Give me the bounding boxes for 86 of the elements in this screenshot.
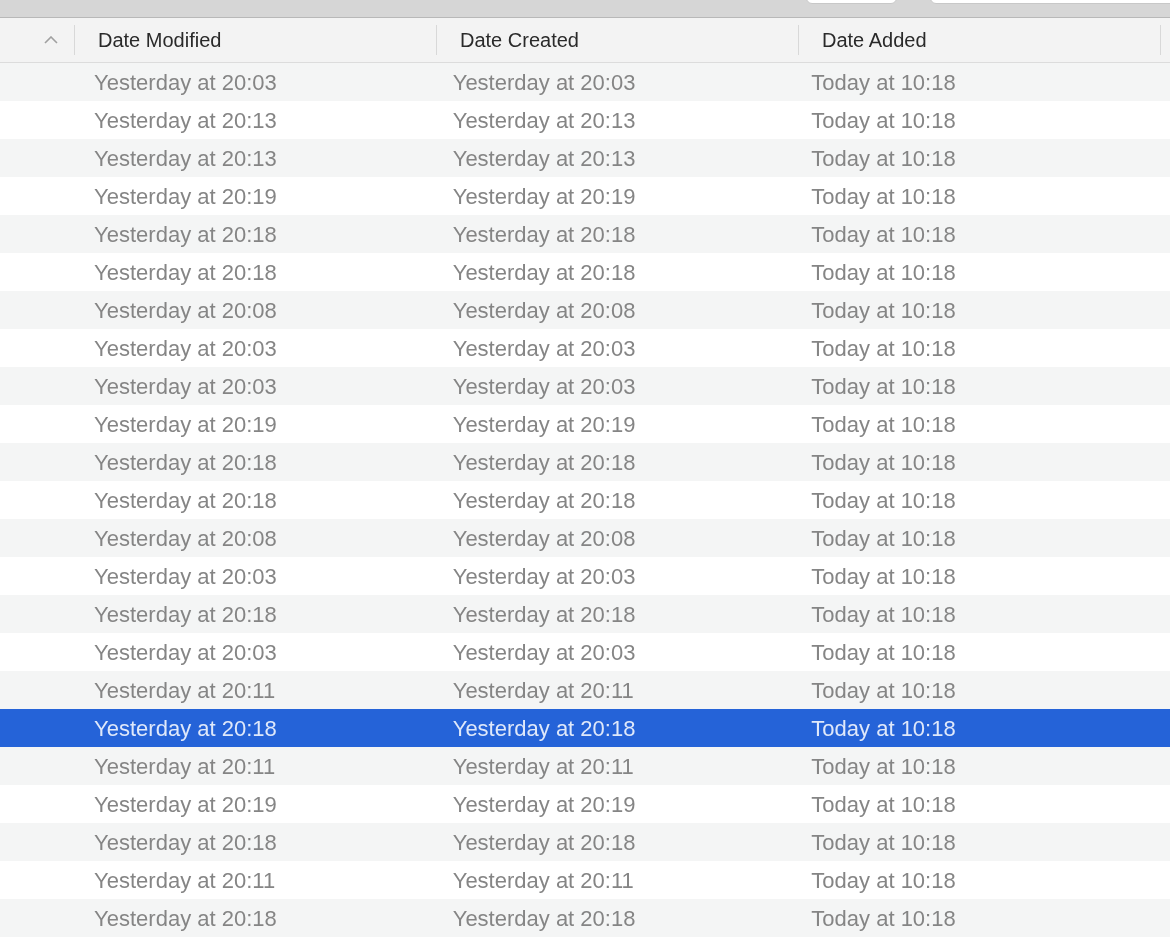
column-header[interactable]: Date Added [822,25,927,55]
table-cell: Yesterday at 20:08 [94,525,277,551]
table-cell: Today at 10:18 [811,639,956,665]
table-cell: Today at 10:18 [811,677,956,703]
sort-chevron-icon[interactable] [44,36,58,44]
table-cell: Today at 10:18 [811,791,956,817]
table-cell: Yesterday at 20:13 [452,145,636,171]
table-row[interactable]: Yesterday at 20:13 Yesterday at 20:13 Today at 10:18 [0,139,1170,177]
table-cell: Today at 10:18 [811,525,956,551]
table-row[interactable]: Yesterday at 20:03 Yesterday at 20:03 Today at 10:18 [0,367,1170,405]
table-cell: Yesterday at 20:03 [94,335,277,361]
table-cell: Yesterday at 20:13 [94,145,277,171]
table-cell: Today at 10:18 [811,563,956,589]
table-cell: Today at 10:18 [811,107,956,133]
table-cell: Yesterday at 20:08 [452,525,636,551]
table-cell: Yesterday at 20:18 [94,715,277,741]
table-cell: Yesterday at 20:18 [452,449,636,475]
table-cell: Yesterday at 20:03 [452,563,636,589]
table-cell: Today at 10:18 [811,753,956,779]
table-cell: Yesterday at 20:19 [94,183,277,209]
table-cell: Yesterday at 20:03 [452,639,636,665]
table-cell: Today at 10:18 [811,487,956,513]
column-header[interactable]: Date Modified [98,25,222,55]
table-cell: Today at 10:18 [811,867,956,893]
table-row[interactable]: Yesterday at 20:03 Yesterday at 20:03 Today at 10:18 [0,63,1170,101]
table-cell: Yesterday at 20:18 [452,221,636,247]
table-cell: Yesterday at 20:03 [452,69,636,95]
table-cell: Yesterday at 20:11 [452,753,634,779]
table-cell: Yesterday at 20:18 [94,221,277,247]
table-cell: Yesterday at 20:13 [452,107,636,133]
table-cell: Yesterday at 20:11 [452,677,634,703]
table-cell: Yesterday at 20:08 [94,297,277,323]
table-cell: Yesterday at 20:18 [452,715,636,741]
table-cell: Today at 10:18 [811,335,956,361]
table-cell: Yesterday at 20:19 [94,791,277,817]
table-cell: Yesterday at 20:11 [94,753,276,779]
table-cell: Yesterday at 20:18 [94,259,277,285]
table-cell: Today at 10:18 [811,221,956,247]
table-cell: Yesterday at 20:18 [94,829,277,855]
table-row[interactable]: Yesterday at 20:18 Yesterday at 20:18 Today at 10:18 [0,215,1170,253]
table-cell: Yesterday at 20:03 [94,69,277,95]
table-row[interactable]: Yesterday at 20:18 Yesterday at 20:18 Today at 10:18 [0,899,1170,937]
table-row[interactable]: Yesterday at 20:08 Yesterday at 20:08 Today at 10:18 [0,519,1170,557]
table-cell: Today at 10:18 [811,297,956,323]
table-cell: Today at 10:18 [811,373,956,399]
table-cell: Today at 10:18 [811,601,956,627]
table-row[interactable]: Yesterday at 20:11 Yesterday at 20:11 Today at 10:18 [0,747,1170,785]
table-cell: Yesterday at 20:13 [94,107,277,133]
table-cell: Yesterday at 20:18 [452,487,636,513]
table-cell: Yesterday at 20:03 [94,373,277,399]
table-cell: Yesterday at 20:19 [452,183,636,209]
table-row[interactable]: Yesterday at 20:18 Yesterday at 20:18 Today at 10:18 [0,709,1170,747]
table-cell: Yesterday at 20:19 [452,791,636,817]
table-cell: Yesterday at 20:11 [94,867,276,893]
table-cell: Yesterday at 20:03 [94,563,277,589]
table-cell: Yesterday at 20:18 [94,601,277,627]
table-cell: Yesterday at 20:18 [94,449,277,475]
table-row[interactable]: Yesterday at 20:11 Yesterday at 20:11 Today at 10:18 [0,671,1170,709]
table-row[interactable]: Yesterday at 20:08 Yesterday at 20:08 Today at 10:18 [0,291,1170,329]
table-cell: Yesterday at 20:19 [452,411,636,437]
table-cell: Yesterday at 20:18 [452,601,636,627]
table-cell: Today at 10:18 [811,715,956,741]
table-cell: Today at 10:18 [811,829,956,855]
table-cell: Yesterday at 20:18 [94,487,277,513]
table-cell: Yesterday at 20:03 [452,335,636,361]
table-cell: Today at 10:18 [811,449,956,475]
table-row[interactable]: Yesterday at 20:18 Yesterday at 20:18 Today at 10:18 [0,443,1170,481]
table-cell: Yesterday at 20:03 [452,373,636,399]
table-cell: Today at 10:18 [811,905,956,931]
table-cell: Today at 10:18 [811,411,956,437]
table-cell: Today at 10:18 [811,259,956,285]
column-header[interactable]: Date Created [460,25,579,55]
table-row[interactable]: Yesterday at 20:18 Yesterday at 20:18 Today at 10:18 [0,595,1170,633]
table-cell: Yesterday at 20:18 [94,905,277,931]
table-cell: Yesterday at 20:19 [94,411,277,437]
table-cell: Yesterday at 20:08 [452,297,636,323]
table-cell: Yesterday at 20:11 [452,867,634,893]
table-cell: Yesterday at 20:03 [94,639,277,665]
table-cell: Yesterday at 20:11 [94,677,276,703]
table-cell: Today at 10:18 [811,145,956,171]
table-row[interactable]: Yesterday at 20:18 Yesterday at 20:18 Today at 10:18 [0,823,1170,861]
table-cell: Today at 10:18 [811,183,956,209]
table-cell: Yesterday at 20:18 [452,829,636,855]
table-cell: Today at 10:18 [811,69,956,95]
table-cell: Yesterday at 20:18 [452,259,636,285]
table-cell: Yesterday at 20:18 [452,905,636,931]
